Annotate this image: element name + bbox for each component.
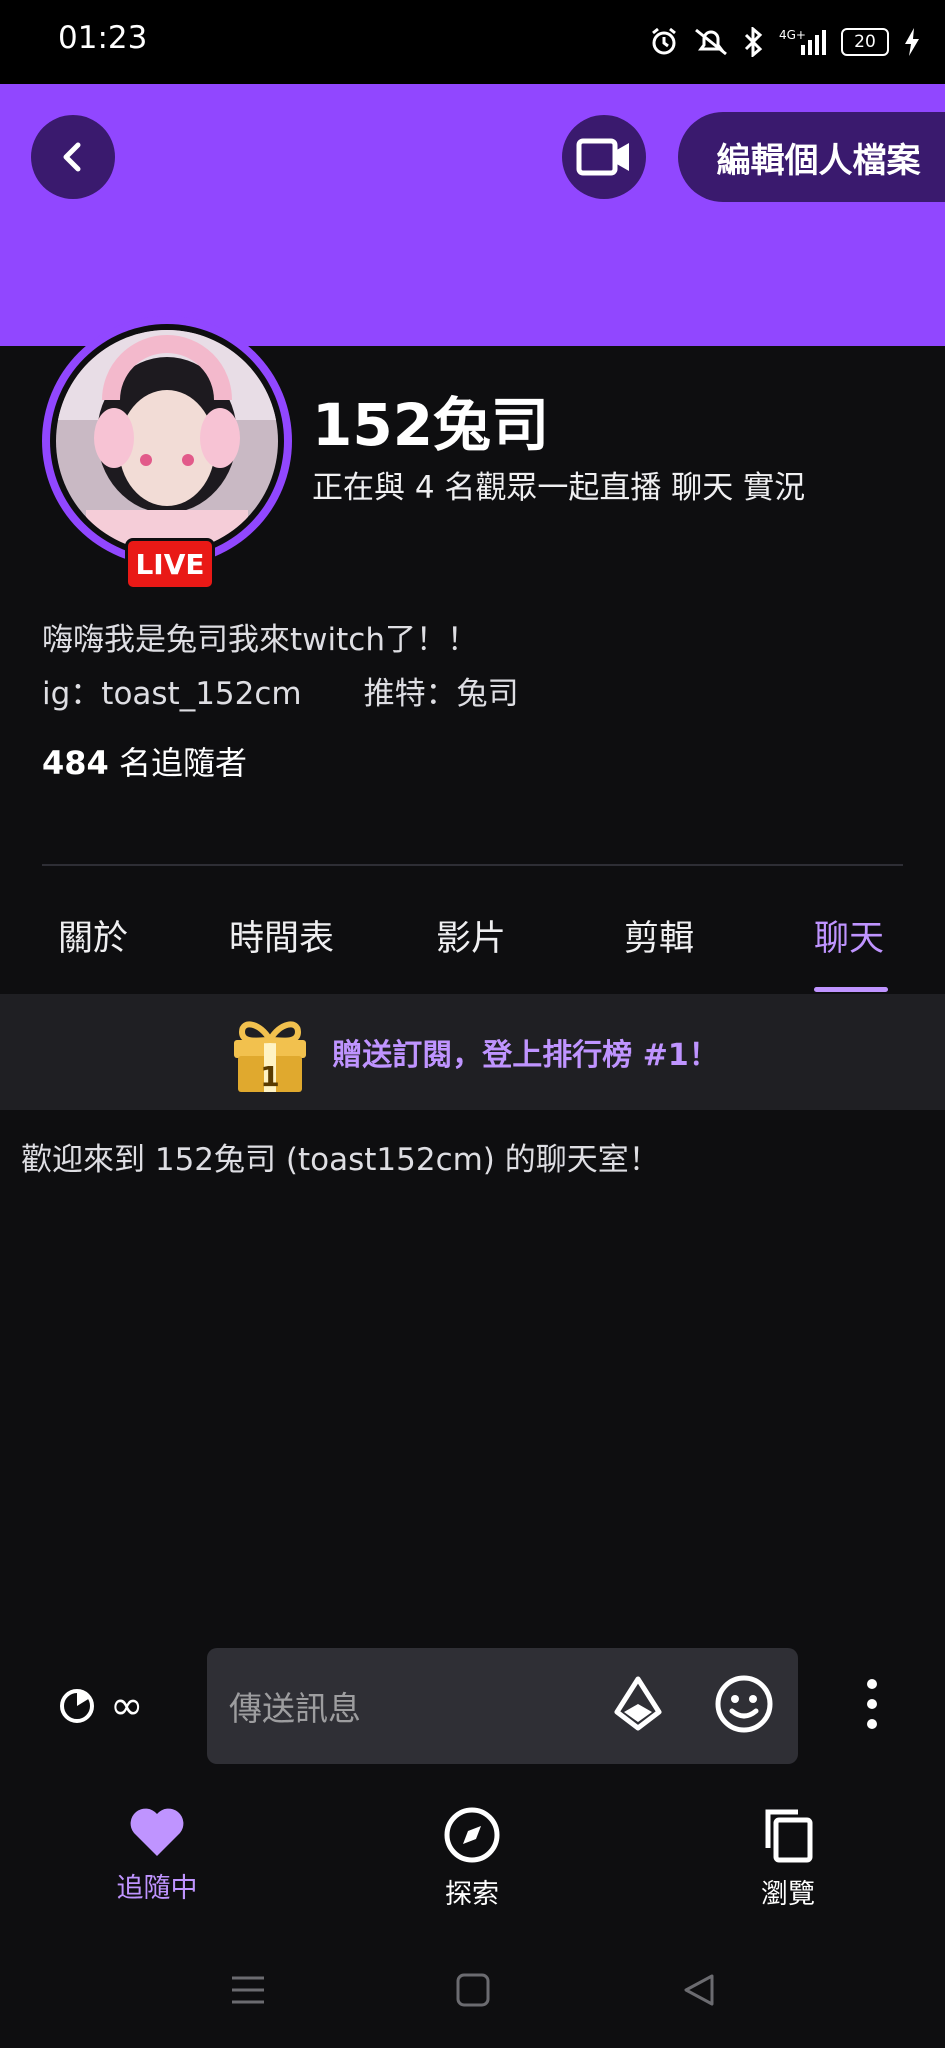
bio-line-1: 嗨嗨我是兔司我來twitch了！！ <box>42 622 478 658</box>
channel-name: 152兔司 <box>312 391 550 459</box>
battery-indicator: 20 <box>841 28 889 56</box>
live-badge: LIVE <box>125 538 215 590</box>
bluetooth-icon <box>744 27 763 57</box>
chat-input-placeholder: 傳送訊息 <box>229 1689 361 1728</box>
followers-count: 484 名追隨者 <box>42 738 247 784</box>
copy-icon <box>765 1809 813 1863</box>
compass-icon <box>444 1807 500 1863</box>
go-live-button[interactable] <box>562 115 646 199</box>
chat-input[interactable]: 傳送訊息 <box>207 1648 798 1764</box>
avatar[interactable] <box>56 330 278 552</box>
tab-schedule[interactable]: 時間表 <box>229 910 334 961</box>
gift-icon: 1 <box>234 1021 307 1093</box>
nav-following-label: 追隨中 <box>116 1873 198 1904</box>
alarm-icon <box>652 27 676 55</box>
tab-chat[interactable]: 聊天 <box>814 910 884 961</box>
tab-clips[interactable]: 剪輯 <box>624 910 694 961</box>
heart-icon <box>130 1808 184 1856</box>
nav-following[interactable]: 追隨中 <box>57 1806 257 1905</box>
gift-banner-text: 贈送訂閱，登上排行榜 #1！ <box>332 1038 719 1073</box>
tab-active-indicator <box>814 987 888 992</box>
emote-picker-icon[interactable] <box>714 1674 774 1738</box>
chat-welcome-message: 歡迎來到 152兔司 (toast152cm) 的聊天室！ <box>21 1142 660 1178</box>
timer-value: ∞ <box>110 1683 144 1729</box>
followers-label: 名追隨者 <box>108 744 247 782</box>
chat-timer[interactable]: ∞ <box>58 1683 143 1729</box>
back-button[interactable] <box>31 115 115 199</box>
home-icon[interactable] <box>455 1972 491 2008</box>
avatar-image <box>56 330 278 552</box>
nav-discover-label: 探索 <box>445 1879 499 1910</box>
mute-icon <box>695 28 727 56</box>
status-time: 01:23 <box>58 20 148 56</box>
bits-icon[interactable] <box>612 1676 664 1736</box>
nav-browse-label: 瀏覽 <box>761 1879 815 1910</box>
system-back-icon[interactable] <box>680 1972 716 2008</box>
svg-text:4G+: 4G+ <box>779 28 806 42</box>
edit-profile-button[interactable]: 編輯個人檔案 <box>678 112 945 202</box>
chevron-left-icon <box>63 142 81 172</box>
timer-icon <box>60 1689 94 1723</box>
tab-videos[interactable]: 影片 <box>436 910 506 961</box>
charging-icon <box>905 28 919 56</box>
bio-line-2: ig：toast_152cm 推特：兔司 <box>42 676 519 712</box>
signal-icon: 4G+ <box>779 28 826 55</box>
status-icons: 4G+ 20 <box>649 22 921 62</box>
more-options-icon[interactable] <box>862 1676 882 1736</box>
svg-text:1: 1 <box>261 1060 280 1093</box>
tab-about[interactable]: 關於 <box>58 910 128 961</box>
divider <box>42 864 903 866</box>
nav-discover[interactable]: 探索 <box>372 1806 572 1911</box>
video-camera-icon <box>576 138 629 176</box>
menu-icon[interactable] <box>228 1972 268 2008</box>
channel-status: 正在與 4 名觀眾一起直播 聊天 實況 <box>312 470 806 506</box>
followers-number: 484 <box>42 744 109 782</box>
nav-browse[interactable]: 瀏覽 <box>688 1806 888 1911</box>
gift-sub-banner[interactable]: 1 贈送訂閱，登上排行榜 #1！ <box>0 994 945 1110</box>
